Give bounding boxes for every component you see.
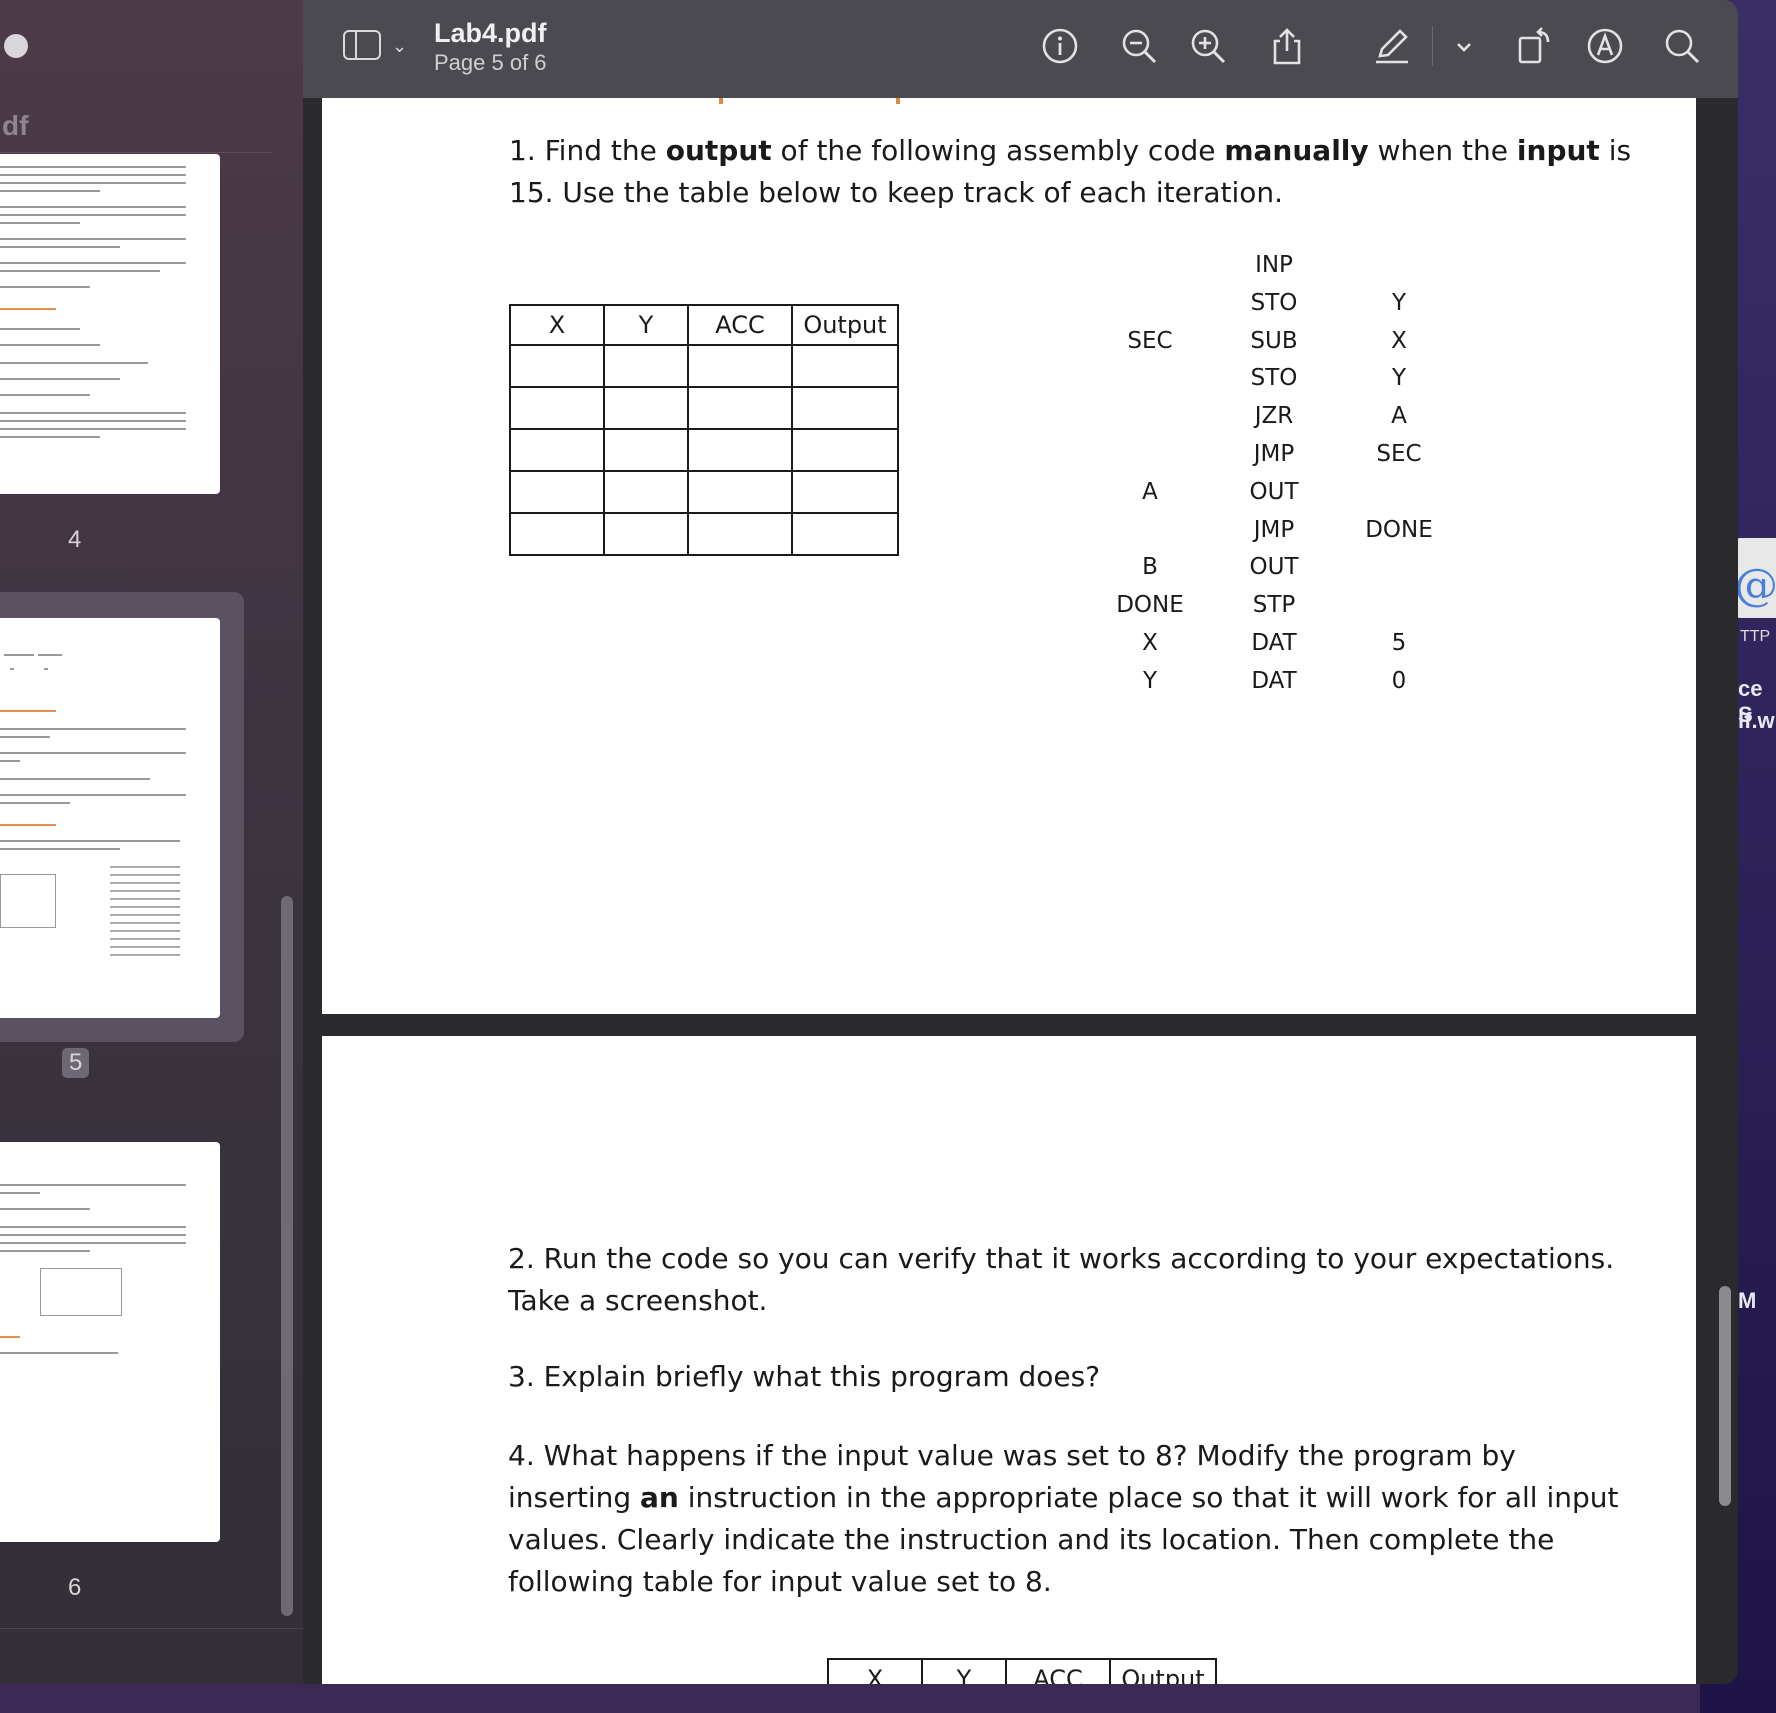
code-arg: SEC: [1376, 441, 1422, 467]
code-label: SEC: [1127, 327, 1173, 354]
document-title: Lab4.pdf: [434, 18, 547, 48]
code-label: Y: [1142, 667, 1158, 694]
toolbar-separator: [1432, 26, 1433, 66]
highlight-pen-icon[interactable]: [1372, 26, 1412, 66]
question-3: 3. Explain briefly what this program doe…: [508, 1360, 1101, 1393]
code-arg: DONE: [1365, 516, 1433, 543]
page-thumbnail-4[interactable]: [0, 154, 220, 494]
thumbnail-sidebar: df 4 5 6: [0, 0, 303, 1684]
viewer-scrollbar[interactable]: [1719, 1286, 1731, 1506]
iteration-table: X Y ACC Output: [509, 304, 899, 556]
code-label: A: [1142, 478, 1158, 505]
table-header: Y: [921, 1658, 1007, 1684]
code-op: STO: [1250, 289, 1298, 316]
code-label: B: [1142, 554, 1158, 581]
code-arg: Y: [1391, 365, 1407, 392]
zoom-out-icon[interactable]: [1119, 26, 1159, 66]
at-sign-icon: @: [1734, 560, 1776, 611]
code-op: DAT: [1251, 630, 1297, 656]
zoom-in-icon[interactable]: [1188, 26, 1228, 66]
orange-mark: [896, 98, 900, 104]
pdf-page-6: 2. Run the code so you can verify that i…: [322, 1036, 1696, 1684]
page-number-5: 5: [62, 1048, 90, 1078]
page-number-4: 4: [68, 526, 82, 553]
code-op: INP: [1255, 252, 1293, 278]
chevron-down-icon[interactable]: [1444, 26, 1484, 66]
chevron-down-icon[interactable]: ⌄: [392, 36, 407, 57]
search-icon[interactable]: [1662, 26, 1702, 66]
rotate-icon[interactable]: [1514, 26, 1554, 66]
table-row: [509, 470, 899, 514]
code-op: SUB: [1250, 327, 1298, 354]
desktop-icon-label: TTP: [1740, 628, 1771, 645]
table-row: [509, 344, 899, 388]
table-header: ACC: [1005, 1658, 1111, 1684]
input-8-table: X Y ACC Output: [827, 1658, 1217, 1684]
code-arg: Y: [1391, 289, 1407, 316]
table-header: Output: [1109, 1658, 1217, 1684]
desktop-label-3: M: [1738, 1288, 1757, 1313]
pdf-page-5: 1. Find the output of the following asse…: [322, 98, 1696, 1014]
table-header: Y: [603, 304, 689, 346]
sidebar-divider: [0, 152, 272, 153]
code-arg: 0: [1391, 667, 1407, 694]
share-icon[interactable]: [1267, 26, 1307, 66]
code-op: DAT: [1251, 667, 1297, 694]
sidebar-toggle-icon[interactable]: [343, 30, 381, 60]
markup-icon[interactable]: [1585, 26, 1625, 66]
desktop-label-2: lf.w: [1738, 708, 1775, 733]
sidebar-bottom-divider: [0, 1628, 303, 1629]
window-control-button[interactable]: [4, 34, 28, 58]
code-op: JMP: [1253, 516, 1295, 543]
code-label: DONE: [1116, 592, 1184, 619]
code-arg: X: [1391, 327, 1407, 354]
table-header: X: [827, 1658, 923, 1684]
question-4: 4. What happens if the input value was s…: [508, 1439, 1619, 1598]
table-row: [509, 428, 899, 472]
orange-mark: [719, 98, 723, 104]
question-2: 2. Run the code so you can verify that i…: [508, 1242, 1615, 1317]
info-icon[interactable]: [1040, 26, 1080, 66]
code-op: OUT: [1249, 478, 1299, 505]
table-header: ACC: [687, 304, 793, 346]
code-arg: A: [1391, 403, 1407, 430]
table-header: X: [509, 304, 605, 346]
code-label: X: [1142, 630, 1158, 656]
table-row: [509, 512, 899, 556]
code-op: STO: [1250, 365, 1298, 392]
sidebar-doc-title: df: [2, 110, 29, 141]
table-row: [509, 386, 899, 430]
code-op: OUT: [1249, 554, 1299, 581]
page-thumbnail-5[interactable]: [0, 618, 220, 1018]
code-op: STP: [1252, 592, 1296, 619]
code-op: JMP: [1253, 441, 1295, 467]
preview-window: df 4 5 6 ⌄ Lab4.pdf Page 5 of 6 1. Find …: [0, 0, 1738, 1684]
code-op: JZR: [1254, 403, 1294, 430]
page-indicator: Page 5 of 6: [434, 50, 547, 75]
table-header: Output: [791, 304, 899, 346]
page-thumbnail-6[interactable]: [0, 1142, 220, 1542]
sidebar-scrollbar[interactable]: [281, 896, 293, 1616]
question-1: 1. Find the output of the following asse…: [509, 134, 1632, 209]
code-arg: 5: [1391, 630, 1407, 656]
page-number-6: 6: [68, 1574, 82, 1601]
